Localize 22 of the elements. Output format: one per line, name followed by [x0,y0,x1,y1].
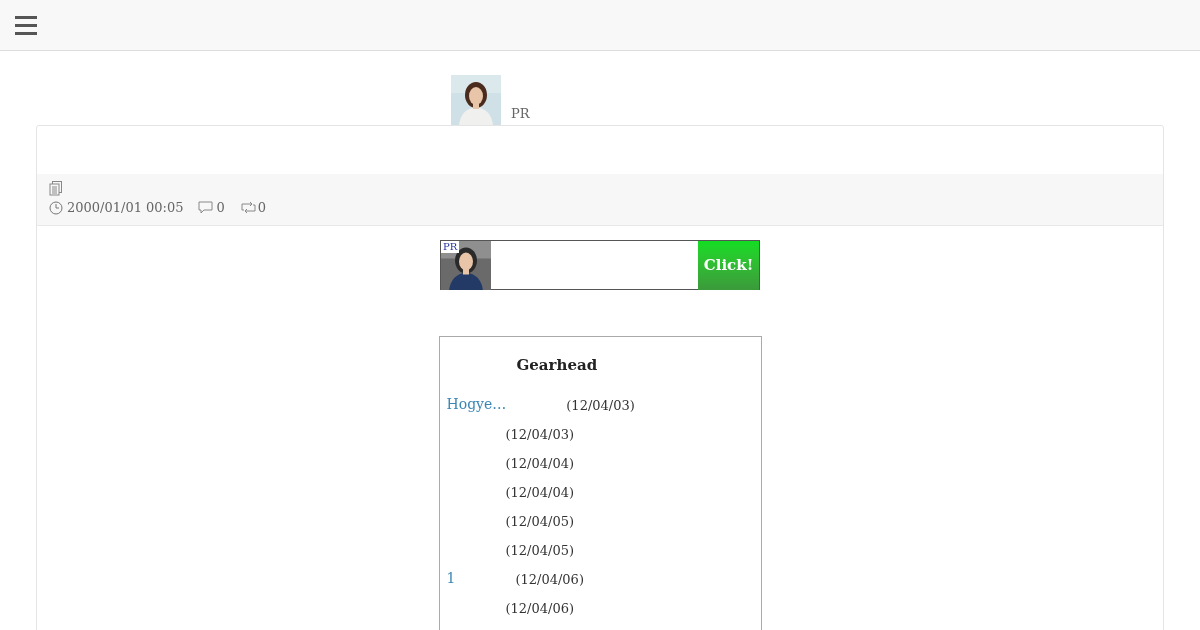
pr-label: PR [511,104,530,123]
entry-date: (12/04/04) [505,455,575,473]
post-date: 2000/01/01 00:05 [67,199,184,217]
entry-link[interactable]: Hogye… [446,394,507,415]
entry-date: (12/04/03) [566,397,635,415]
repost-count: 0 [257,199,267,217]
clock-icon [49,200,63,215]
comment-icon [197,201,213,215]
entry-date: (12/04/04) [505,484,575,502]
entry-date: (12/04/06) [505,600,575,618]
entry-date: (12/04/05) [505,542,575,560]
entry-date: (12/04/05) [505,513,575,531]
comment-count: 0 [216,199,225,217]
repost-icon [240,201,256,215]
entry-link[interactable]: 1 [446,568,456,589]
entry-date: (12/04/06) [515,571,584,589]
entry-date: (12/04/03) [505,426,575,444]
widget-title: Gearhead [515,355,599,376]
click-button[interactable]: Click! [698,241,759,290]
pr-badge: PR [441,241,460,253]
menu-button[interactable] [15,15,37,35]
document-icon [49,181,63,196]
